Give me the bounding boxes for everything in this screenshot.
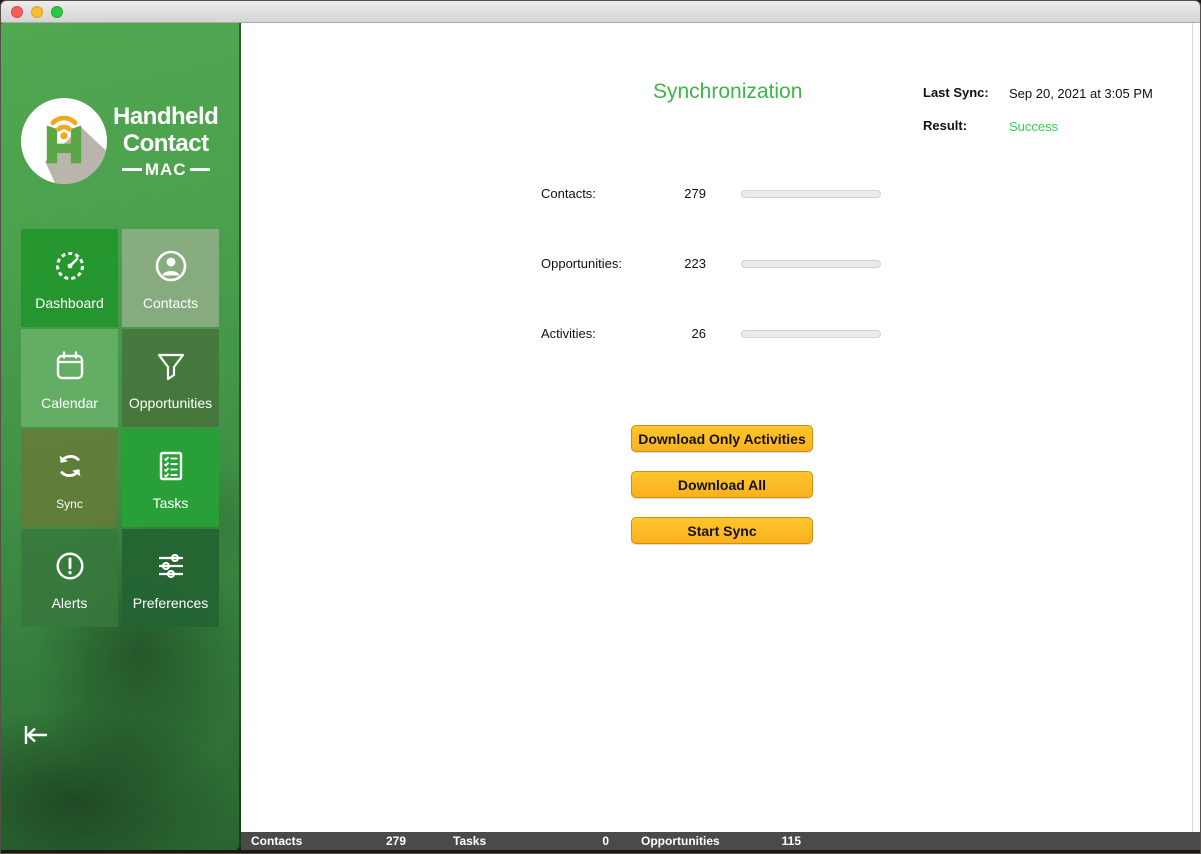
logo-text-line1: Handheld bbox=[113, 103, 218, 130]
collapse-left-icon bbox=[23, 723, 49, 747]
handheld-contact-logo-icon bbox=[21, 98, 107, 184]
sidebar-item-contacts[interactable]: Contacts bbox=[122, 229, 219, 327]
page-title: Synchronization bbox=[653, 80, 802, 104]
last-sync-value: Sep 20, 2021 at 3:05 PM bbox=[1009, 86, 1153, 101]
sidebar: Handheld Contact MAC bbox=[1, 23, 241, 850]
tile-label: Opportunities bbox=[129, 395, 212, 411]
start-sync-button[interactable]: Start Sync bbox=[631, 517, 813, 544]
alert-circle-icon bbox=[53, 546, 87, 586]
sidebar-item-sync[interactable]: Sync bbox=[21, 429, 118, 527]
download-all-button[interactable]: Download All bbox=[631, 471, 813, 498]
statusbar-tasks-label: Tasks bbox=[453, 834, 486, 848]
zoom-window-button[interactable] bbox=[51, 6, 63, 18]
opportunities-progress-bar bbox=[741, 260, 881, 268]
sidebar-item-calendar[interactable]: Calendar bbox=[21, 329, 118, 427]
minimize-window-button[interactable] bbox=[31, 6, 43, 18]
close-window-button[interactable] bbox=[11, 6, 23, 18]
sidebar-nav: Dashboard Contacts bbox=[21, 229, 219, 627]
sync-row-label: Contacts: bbox=[541, 186, 596, 201]
tile-label: Tasks bbox=[153, 495, 189, 511]
statusbar-opportunities-label: Opportunities bbox=[641, 834, 720, 848]
collapse-sidebar-button[interactable] bbox=[23, 723, 49, 747]
logo-text-line2: Contact bbox=[113, 130, 218, 157]
app-window: Handheld Contact MAC bbox=[0, 0, 1201, 854]
tile-label: Alerts bbox=[52, 595, 88, 611]
tile-label: Preferences bbox=[133, 595, 208, 611]
sync-row-count: 26 bbox=[621, 326, 706, 341]
statusbar-tasks-value: 0 bbox=[531, 834, 609, 848]
logo-dash-right bbox=[190, 168, 210, 171]
sliders-icon bbox=[153, 546, 189, 586]
result-label: Result: bbox=[923, 118, 967, 133]
sync-row-label: Opportunities: bbox=[541, 256, 622, 271]
statusbar-contacts-label: Contacts bbox=[251, 834, 302, 848]
activities-progress-bar bbox=[741, 330, 881, 338]
sidebar-item-opportunities[interactable]: Opportunities bbox=[122, 329, 219, 427]
sidebar-item-preferences[interactable]: Preferences bbox=[122, 529, 219, 627]
tile-label: Dashboard bbox=[35, 295, 104, 311]
download-only-activities-button[interactable]: Download Only Activities bbox=[631, 425, 813, 452]
last-sync-label: Last Sync: bbox=[923, 85, 989, 100]
main-content: Synchronization Last Sync: Sep 20, 2021 … bbox=[241, 23, 1200, 850]
result-value: Success bbox=[1009, 119, 1058, 134]
logo-text-line3: MAC bbox=[145, 160, 187, 180]
sidebar-item-dashboard[interactable]: Dashboard bbox=[21, 229, 118, 327]
sidebar-item-alerts[interactable]: Alerts bbox=[21, 529, 118, 627]
sync-row-count: 223 bbox=[621, 256, 706, 271]
checklist-icon bbox=[153, 446, 189, 486]
contacts-progress-bar bbox=[741, 190, 881, 198]
statusbar-contacts-value: 279 bbox=[341, 834, 406, 848]
sync-row-count: 279 bbox=[621, 186, 706, 201]
tile-label: Calendar bbox=[41, 395, 98, 411]
statusbar-opportunities-value: 115 bbox=[721, 834, 801, 848]
sync-row-label: Activities: bbox=[541, 326, 596, 341]
person-circle-icon bbox=[153, 246, 189, 286]
speedometer-icon bbox=[52, 246, 88, 286]
titlebar[interactable] bbox=[1, 1, 1200, 23]
status-bar: Contacts 279 Tasks 0 Opportunities 115 bbox=[241, 832, 1200, 850]
sync-arrows-icon bbox=[53, 446, 87, 486]
app-logo: Handheld Contact MAC bbox=[21, 98, 218, 184]
window-bottom-edge bbox=[1, 850, 1200, 853]
calendar-icon bbox=[52, 346, 88, 386]
tile-label: Sync bbox=[56, 497, 83, 511]
logo-dash-left bbox=[122, 168, 142, 171]
sidebar-item-tasks[interactable]: Tasks bbox=[122, 429, 219, 527]
tile-label: Contacts bbox=[143, 295, 198, 311]
funnel-icon bbox=[153, 346, 189, 386]
